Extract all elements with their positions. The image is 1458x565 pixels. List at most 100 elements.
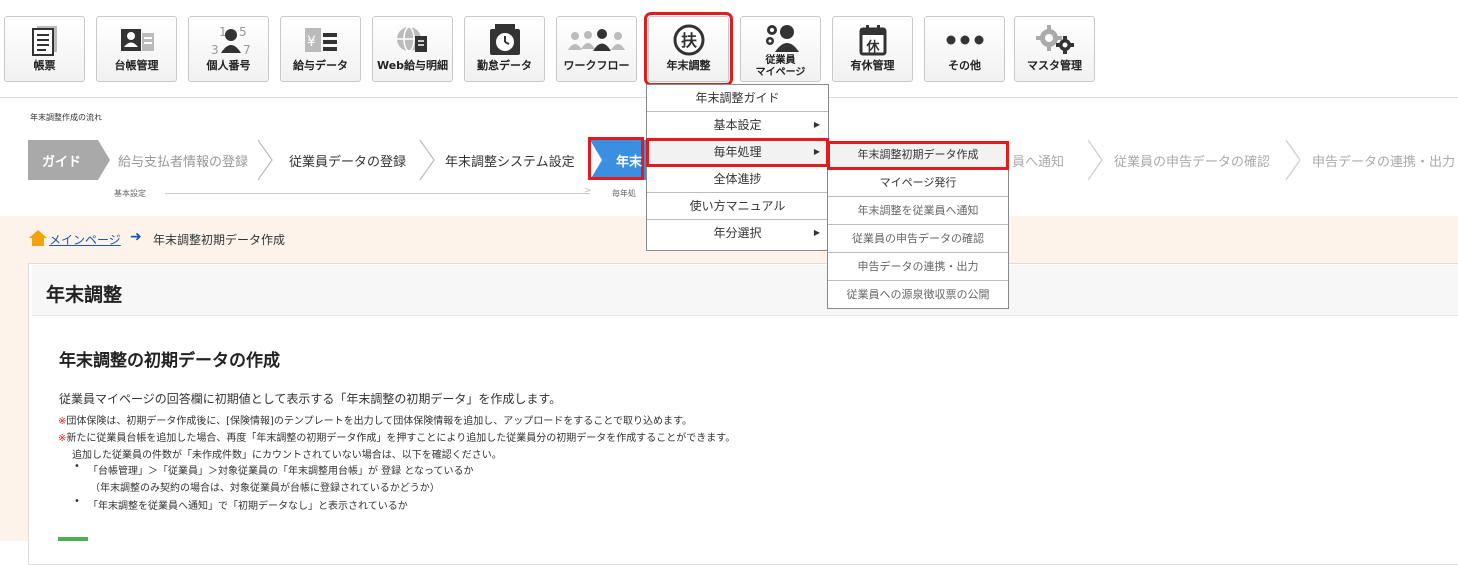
ledger-icon xyxy=(97,23,176,57)
note-2-subtext: 追加した従業員の件数が「未作成件数」にカウントされていない場合は、以下を確認くだ… xyxy=(72,450,502,461)
flow-step-current[interactable]: 年末 xyxy=(616,151,642,170)
svg-text:5: 5 xyxy=(239,25,247,39)
toolbar-button-label: その他 xyxy=(948,59,981,72)
toolbar-button-salary-data[interactable]: ¥ 給与データ xyxy=(280,16,361,82)
web-payslip-icon xyxy=(373,23,452,57)
menu-item-label: 年分選択 xyxy=(713,226,762,240)
menu-item-basic-settings[interactable]: 基本設定 ▶ xyxy=(647,112,828,139)
note-1: ※団体保険は、初期データ作成後に、[保険情報]のテンプレートを出力して団体保険情… xyxy=(58,412,692,427)
toolbar-button-year-end-adjustment[interactable]: 扶 年末調整 xyxy=(644,12,733,86)
attendance-icon xyxy=(465,23,544,57)
yearly-processing-submenu: 年末調整初期データ作成 マイページ発行 年末調整を従業員へ通知 従業員の申告デー… xyxy=(827,141,1009,309)
toolbar-button-other[interactable]: その他 xyxy=(924,16,1005,82)
submenu-arrow-icon: ▶ xyxy=(813,228,820,237)
more-icon xyxy=(925,23,1004,57)
flow-substep-arrow-icon: > xyxy=(584,186,592,196)
svg-text:扶: 扶 xyxy=(680,31,697,50)
toolbar-button-paid-leave[interactable]: 休 有休管理 xyxy=(832,16,913,82)
menu-item-overall-progress[interactable]: 全体進捗 xyxy=(647,166,828,193)
toolbar-button-label-line1: 従業員 xyxy=(765,55,796,66)
toolbar-button-label: Web給与明細 xyxy=(376,59,449,72)
toolbar-button-label: ワークフロー xyxy=(563,59,630,72)
toolbar-button-reports[interactable]: 帳票 xyxy=(4,16,85,82)
submenu-item-label: マイページ発行 xyxy=(879,176,957,189)
bullet-2-text: 「年末調整を従業員へ通知」で「初期データなし」と表示されているか xyxy=(88,501,408,512)
svg-text:休: 休 xyxy=(865,39,880,55)
flow-substep-line xyxy=(165,193,590,194)
toolbar-button-label: 勤怠データ xyxy=(477,59,532,72)
toolbar-button-master-settings[interactable]: マスタ管理 xyxy=(1014,16,1095,82)
toolbar-button-web-payslip[interactable]: Web給与明細 xyxy=(372,16,453,82)
flow-step-payer-info[interactable]: 給与支払者情報の登録 xyxy=(118,151,248,170)
submenu-item-create-initial-data[interactable]: 年末調整初期データ作成 xyxy=(827,141,1009,170)
menu-item-guide[interactable]: 年末調整ガイド xyxy=(647,85,828,112)
home-icon[interactable] xyxy=(28,229,48,251)
toolbar-button-label: 台帳管理 xyxy=(114,59,159,72)
workflow-icon xyxy=(557,23,636,57)
toolbar-button-label: 給与データ xyxy=(293,59,348,72)
master-settings-icon xyxy=(1015,23,1094,57)
submenu-item-check-declarations[interactable]: 従業員の申告データの確認 xyxy=(828,226,1008,253)
bullet-1-text: 「台帳管理」＞「従業員」＞対象従業員の「年末調整用台帳」が 登録 となっているか xyxy=(88,466,474,477)
action-button-edge[interactable] xyxy=(58,537,88,541)
flow-substep-basic: 基本設定 xyxy=(114,189,146,198)
toolbar-button-attendance[interactable]: 勤怠データ xyxy=(464,16,545,82)
bullet-1-subtext: （年末調整のみ契約の場合は、対象従業員が台帳に登録されているかどうか） xyxy=(90,483,440,494)
flow-step-separator xyxy=(1285,140,1301,180)
svg-text:7: 7 xyxy=(243,43,251,57)
flow-step-system-settings[interactable]: 年末調整システム設定 xyxy=(445,151,575,170)
toolbar-button-mynumber[interactable]: 1537 個人番号 xyxy=(188,16,269,82)
year-end-dropdown-menu: 年末調整ガイド 基本設定 ▶ 毎年処理 ▶ 全体進捗 使い方マニュアル 年分選択 ▶ xyxy=(646,84,829,251)
submenu-item-notify-employees[interactable]: 年末調整を従業員へ通知 xyxy=(828,198,1008,225)
svg-text:3: 3 xyxy=(211,43,219,57)
bullet-dot: • xyxy=(74,461,80,472)
submenu-item-label: 従業員への源泉徴収票の公開 xyxy=(846,288,990,301)
flow-step-check-declarations[interactable]: 従業員の申告データの確認 xyxy=(1114,151,1270,170)
menu-item-label: 毎年処理 xyxy=(713,145,762,159)
note-2: ※新たに従業員台帳を追加した場合、再度「年末調整の初期データ作成」を押すことによ… xyxy=(58,429,735,444)
menu-item-year-select[interactable]: 年分選択 ▶ xyxy=(647,220,828,247)
salary-data-icon: ¥ xyxy=(281,23,360,57)
flow-step-guide[interactable]: ガイド xyxy=(42,151,81,170)
employee-mypage-icon xyxy=(741,20,820,54)
toolbar-button-label: 個人番号 xyxy=(206,59,251,72)
submenu-item-label: 申告データの連携・出力 xyxy=(857,260,979,273)
description-text: 従業員マイページの回答欄に初期値として表示する「年末調整の初期データ」を作成しま… xyxy=(59,392,562,406)
submenu-arrow-icon: ▶ xyxy=(813,120,820,129)
toolbar-button-employee-mypage[interactable]: 従業員 マイページ xyxy=(740,16,821,82)
panel-header xyxy=(32,265,1458,316)
toolbar-button-label: 年末調整 xyxy=(666,59,711,72)
note-2-text: 新たに従業員台帳を追加した場合、再度「年末調整の初期データ作成」を押すことにより… xyxy=(66,433,736,444)
flow-step-separator xyxy=(1087,140,1103,180)
menu-item-label: 使い方マニュアル xyxy=(689,199,786,213)
submenu-item-label: 年末調整初期データ作成 xyxy=(857,148,979,161)
menu-item-label: 基本設定 xyxy=(713,118,762,132)
flow-step-employee-data[interactable]: 従業員データの登録 xyxy=(289,151,406,170)
flow-step-export-data[interactable]: 申告データの連携・出力 xyxy=(1312,151,1455,170)
submenu-item-export-data[interactable]: 申告データの連携・出力 xyxy=(828,254,1008,281)
toolbar-button-label: 帳票 xyxy=(33,59,56,72)
toolbar-button-label-line2: マイページ xyxy=(755,67,806,78)
menu-item-manual[interactable]: 使い方マニュアル xyxy=(647,193,828,220)
svg-text:¥: ¥ xyxy=(307,34,316,50)
paid-leave-icon: 休 xyxy=(833,23,912,57)
breadcrumb-arrow-icon: ➜ xyxy=(130,229,142,245)
submenu-item-issue-mypage[interactable]: マイページ発行 xyxy=(828,170,1008,197)
toolbar-button-label: マスタ管理 xyxy=(1027,59,1082,72)
flow-step-notify-employees[interactable]: 員へ通知 xyxy=(1012,151,1064,170)
menu-item-label: 全体進捗 xyxy=(713,172,762,186)
year-end-adjustment-icon: 扶 xyxy=(649,23,728,57)
section-title: 年末調整の初期データの作成 xyxy=(59,351,280,371)
menu-item-label: 年末調整ガイド xyxy=(695,91,780,105)
breadcrumb-home-link[interactable]: メインページ xyxy=(49,231,121,248)
menu-item-yearly-processing[interactable]: 毎年処理 ▶ xyxy=(646,138,829,167)
report-icon xyxy=(5,23,84,57)
note-1-text: 団体保険は、初期データ作成後に、[保険情報]のテンプレートを出力して団体保険情報… xyxy=(66,416,692,427)
toolbar-button-ledger[interactable]: 台帳管理 xyxy=(96,16,177,82)
toolbar-button-workflow[interactable]: ワークフロー xyxy=(556,16,637,82)
mynumber-icon: 1537 xyxy=(189,23,268,57)
breadcrumb-current: 年末調整初期データ作成 xyxy=(153,233,286,247)
submenu-item-publish-withholding-slip[interactable]: 従業員への源泉徴収票の公開 xyxy=(828,282,1008,309)
flow-substep-yearly: 毎年処 xyxy=(612,189,636,198)
submenu-item-label: 年末調整を従業員へ通知 xyxy=(857,204,979,217)
